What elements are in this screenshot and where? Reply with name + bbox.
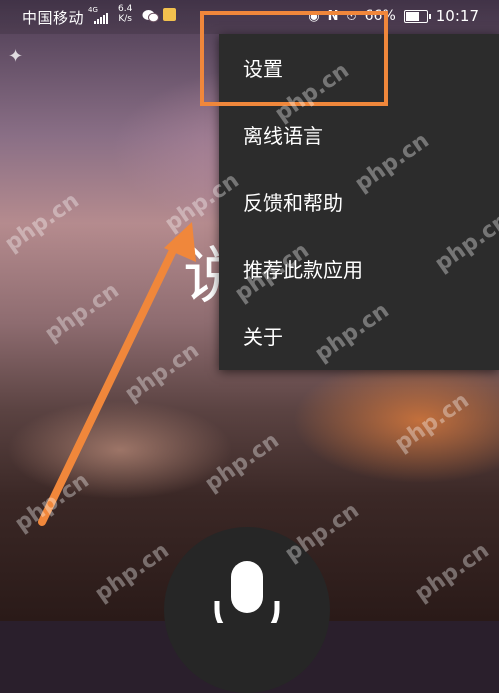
battery-icon (403, 9, 431, 23)
eye-icon: ◉ (308, 8, 320, 24)
carrier-name: 中国移动 (22, 9, 85, 27)
microphone-icon (214, 561, 280, 623)
overflow-menu: 设置 离线语言 反馈和帮助 推荐此款应用 关于 (219, 34, 499, 370)
pin-icon: ✦ (8, 46, 24, 67)
battery-percent: 66% (364, 8, 396, 24)
menu-item-offline-language[interactable]: 离线语言 (219, 101, 499, 168)
menu-item-settings[interactable]: 设置 (219, 34, 499, 101)
voice-input-button[interactable] (164, 527, 330, 693)
alarm-icon: ⏲ (346, 8, 357, 24)
menu-item-about[interactable]: 关于 (219, 302, 499, 369)
menu-item-recommend-app[interactable]: 推荐此款应用 (219, 235, 499, 302)
signal-icon (94, 12, 108, 24)
status-bar: 中国移动 4G 6.4 K/s ◉ N ⏲ 66% 10:17 (0, 0, 499, 34)
nfc-icon: N (327, 8, 339, 24)
page-heading: 说 (183, 239, 223, 312)
clock: 10:17 (435, 7, 479, 25)
wechat-icon (142, 10, 159, 23)
menu-item-feedback-help[interactable]: 反馈和帮助 (219, 168, 499, 235)
notification-icon (163, 8, 176, 21)
network-speed: 6.4 K/s (118, 4, 133, 24)
